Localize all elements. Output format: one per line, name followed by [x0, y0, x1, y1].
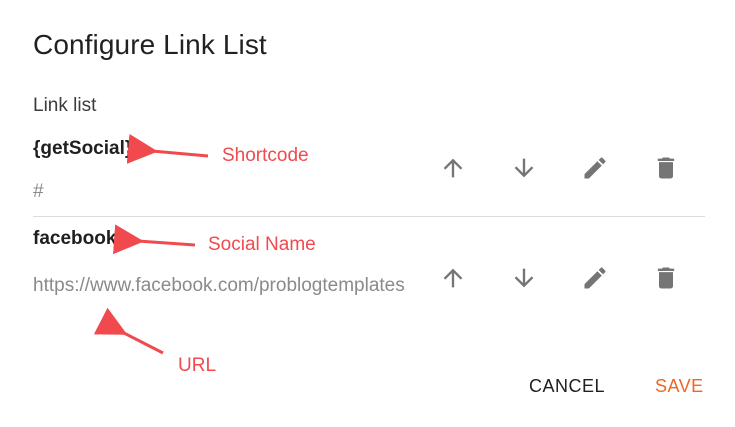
annotation-url: URL [178, 355, 217, 376]
link-item-actions [435, 260, 719, 296]
move-up-button[interactable] [435, 260, 471, 296]
link-item-name: {getSocial} [33, 138, 133, 159]
cancel-button[interactable]: CANCEL [529, 376, 605, 397]
link-list-item: {getSocial} # [33, 134, 705, 217]
configure-link-list-dialog: Configure Link List Link list {getSocial… [0, 0, 735, 427]
edit-button[interactable] [577, 150, 613, 186]
annotation-shortcode: Shortcode [222, 145, 309, 166]
delete-button[interactable] [648, 260, 684, 296]
link-item-url: https://www.facebook.com/problogtemplate… [33, 275, 405, 296]
arrow-up-icon [443, 158, 463, 178]
link-list-item: facebook https://www.facebook.com/problo… [33, 224, 705, 344]
delete-button[interactable] [648, 150, 684, 186]
move-down-button[interactable] [506, 150, 542, 186]
trash-icon [657, 157, 675, 179]
link-item-actions [435, 150, 719, 186]
pencil-icon [584, 157, 606, 179]
dialog-title: Configure Link List [33, 29, 267, 60]
edit-button[interactable] [577, 260, 613, 296]
link-item-name: facebook [33, 228, 117, 249]
move-up-button[interactable] [435, 150, 471, 186]
arrow-up-icon [443, 268, 463, 288]
pencil-icon [584, 267, 606, 289]
arrow-down-icon [514, 268, 534, 288]
move-down-button[interactable] [506, 260, 542, 296]
trash-icon [657, 267, 675, 289]
link-list-label: Link list [33, 95, 97, 116]
arrow-down-icon [514, 158, 534, 178]
link-item-url: # [33, 181, 44, 202]
annotation-social-name: Social Name [208, 234, 316, 255]
save-button[interactable]: SAVE [655, 376, 704, 397]
